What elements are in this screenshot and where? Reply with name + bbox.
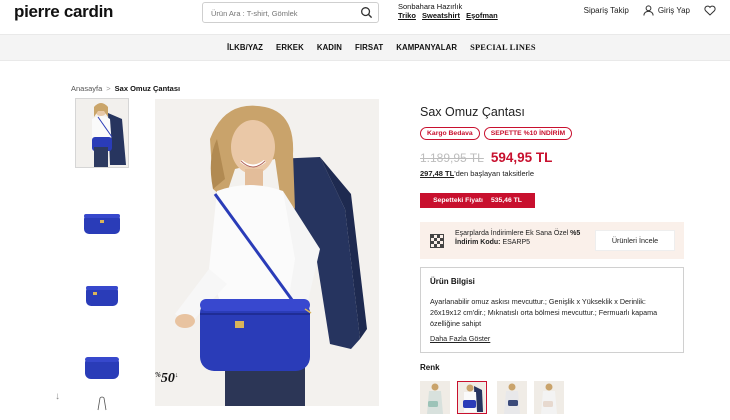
promo-link-triko[interactable]: Triko: [398, 11, 416, 20]
login-link[interactable]: Giriş Yap: [643, 5, 690, 16]
cart-price-value: 535,46 TL: [490, 197, 522, 204]
header-promo: Sonbahara Hazırlık Triko Sweatshirt Eşof…: [398, 2, 502, 20]
product-main-image[interactable]: [155, 99, 379, 406]
nav-item-kampanyalar[interactable]: KAMPANYALAR: [396, 43, 457, 52]
breadcrumb: Anasayfa > Sax Omuz Çantası: [71, 84, 180, 93]
gallery-thumb-4[interactable]: [76, 335, 128, 391]
breadcrumb-current: Sax Omuz Çantası: [114, 84, 181, 93]
cart-price-badge: Sepetteki Fiyatı 535,46 TL: [420, 193, 535, 208]
header-links: Sipariş Takip Giriş Yap: [570, 5, 720, 16]
nav-item-ilkbahar-yaz[interactable]: İLKB/YAZ: [227, 43, 263, 52]
product-info-body: Ayarlanabilir omuz askısı mevcuttur.; Ge…: [430, 297, 658, 328]
view-products-button[interactable]: Ürünleri İncele: [595, 230, 675, 251]
color-swatch-4[interactable]: [534, 381, 564, 414]
color-swatch-1[interactable]: [420, 381, 450, 414]
installment-text: 'den başlayan taksitlerle: [454, 169, 534, 178]
color-swatch-3[interactable]: [497, 381, 527, 414]
product-tags: Kargo Bedava SEPETTE %10 İNDİRİM: [420, 127, 576, 140]
gallery-thumb-1[interactable]: [75, 98, 129, 168]
nav-item-special-lines[interactable]: SPECIAL LINES: [470, 43, 536, 52]
cart-price-label: Sepetteki Fiyatı: [433, 197, 483, 204]
promo-link-esofman[interactable]: Eşofman: [466, 11, 498, 20]
search-input[interactable]: [203, 4, 353, 23]
promo-title: Sonbahara Hazırlık: [398, 2, 463, 11]
gallery-thumb-2[interactable]: [76, 190, 128, 258]
search-box[interactable]: [202, 2, 379, 23]
nav-item-erkek[interactable]: ERKEK: [276, 43, 304, 52]
user-icon: [643, 5, 654, 16]
promo-text: Eşarplarda İndirimlere Ek Sana Özel %5 İ…: [455, 230, 581, 246]
old-price: 1.189,95 TL: [420, 151, 484, 165]
brand-logo[interactable]: pierre cardin: [14, 2, 113, 22]
color-swatch-2[interactable]: [457, 381, 487, 414]
heart-icon: [704, 5, 716, 16]
discount-badge: %50↓: [155, 371, 179, 386]
price-block: 1.189,95 TL 594,95 TL: [420, 150, 552, 165]
tag-cart-discount: SEPETTE %10 İNDİRİM: [483, 127, 573, 140]
product-info-box: Ürün Bilgisi Ayarlanabilir omuz askısı m…: [420, 267, 684, 353]
gallery-thumb-5[interactable]: [76, 396, 128, 420]
nav-item-firsat[interactable]: FIRSAT: [355, 43, 383, 52]
installment-info[interactable]: 297,48 TL'den başlayan taksitlerle: [420, 169, 534, 178]
favorites-button[interactable]: [704, 5, 720, 16]
product-info-heading: Ürün Bilgisi: [430, 277, 475, 286]
breadcrumb-separator: >: [106, 84, 111, 93]
gallery-scroll-down-icon[interactable]: ↓: [55, 391, 60, 402]
installment-amount: 297,48 TL: [420, 169, 455, 178]
nav-item-kadin[interactable]: KADIN: [317, 43, 342, 52]
search-icon[interactable]: [360, 6, 373, 19]
promo-link-sweatshirt[interactable]: Sweatshirt: [422, 11, 460, 20]
gallery-thumb-3[interactable]: [76, 264, 128, 326]
scarf-promo-box: Eşarplarda İndirimlere Ek Sana Özel %5 İ…: [420, 222, 684, 259]
color-label: Renk: [420, 363, 440, 372]
sale-price: 594,95 TL: [490, 150, 553, 165]
product-title: Sax Omuz Çantası: [420, 105, 525, 119]
order-track-link[interactable]: Sipariş Takip: [584, 6, 629, 15]
show-more-link[interactable]: Daha Fazla Göster: [430, 334, 490, 343]
breadcrumb-home[interactable]: Anasayfa: [71, 84, 102, 93]
main-nav: İLKB/YAZ ERKEK KADIN FIRSAT KAMPANYALAR …: [0, 34, 730, 61]
site-header: pierre cardin Sonbahara Hazırlık Triko S…: [0, 0, 730, 34]
checkered-scarf-icon: [430, 234, 444, 248]
tag-free-shipping: Kargo Bedava: [420, 127, 480, 140]
